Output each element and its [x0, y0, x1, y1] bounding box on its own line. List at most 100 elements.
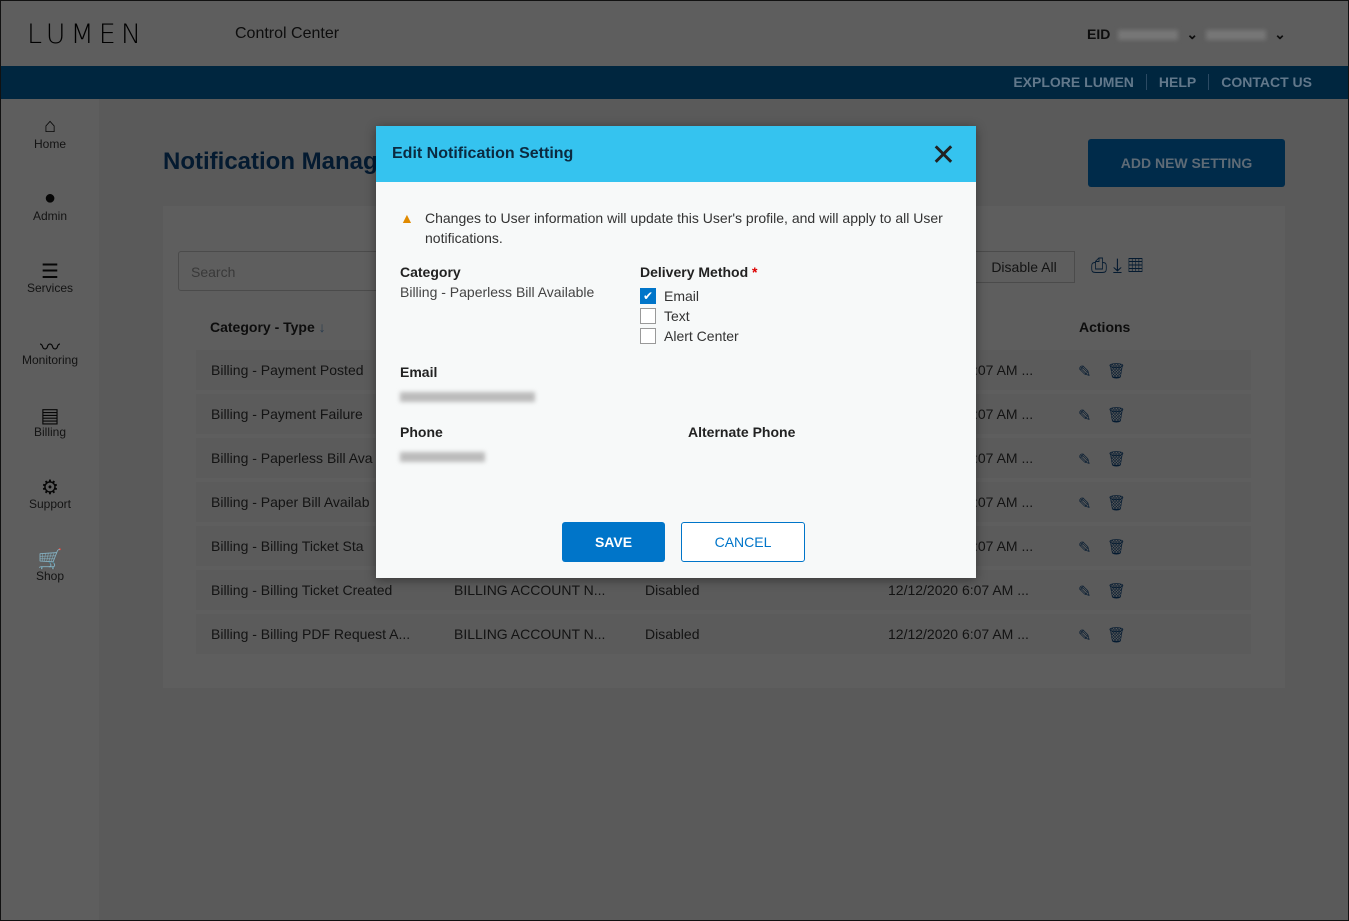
checkbox-label: Alert Center	[664, 328, 739, 344]
cell-category: Billing - Billing PDF Request A...	[211, 626, 411, 642]
print-icon[interactable]: ⎙	[1091, 255, 1113, 277]
link-explore-lumen[interactable]: EXPLORE LUMEN	[1001, 74, 1146, 90]
sidebar-item-shop[interactable]: 🛒 Shop	[1, 531, 99, 603]
chevron-down-icon: ⌄	[1186, 26, 1199, 42]
cell-date: :07 AM ...	[974, 406, 1034, 422]
close-icon[interactable]: ✕	[931, 138, 956, 173]
trash-icon[interactable]: 🗑	[1107, 362, 1126, 380]
sidebar-item-home[interactable]: ⌂ Home	[1, 99, 99, 171]
sidebar: ⌂ Home ● Admin ☰ Services 〰 Monitoring ▤ Bill…	[1, 99, 99, 920]
column-header-category-type[interactable]: Category - Type ↓	[210, 319, 326, 335]
required-mark: *	[752, 264, 758, 280]
phone-value-blurred	[400, 452, 485, 462]
cell-date: :07 AM ...	[974, 538, 1034, 554]
modal-title: Edit Notification Setting	[392, 145, 574, 162]
checkbox-email[interactable]: ✔ Email	[640, 288, 699, 304]
pulse-icon: 〰	[40, 337, 60, 359]
app-title: Control Center	[235, 25, 340, 42]
eid-selector[interactable]: EID ⌄ ⌄	[1087, 26, 1286, 43]
checkbox-text[interactable]: Text	[640, 308, 690, 324]
save-button[interactable]: SAVE	[562, 522, 665, 562]
sidebar-item-admin[interactable]: ● Admin	[1, 171, 99, 243]
sort-down-icon: ↓	[318, 319, 326, 335]
delivery-method-label: Delivery Method *	[640, 264, 757, 280]
modal-header: Edit Notification Setting ✕	[376, 126, 976, 182]
checkbox-label: Text	[664, 308, 690, 324]
cart-icon: 🛒	[37, 549, 63, 571]
edit-pencil-icon[interactable]: ✎	[1078, 450, 1091, 470]
cell-date: :07 AM ...	[974, 450, 1034, 466]
phone-label: Phone	[400, 424, 443, 440]
cell-date: :07 AM ...	[974, 494, 1034, 510]
search-input[interactable]: Search	[178, 251, 388, 291]
trash-icon[interactable]: 🗑	[1107, 582, 1126, 600]
sidebar-item-label: Shop	[35, 569, 65, 583]
alternate-phone-label: Alternate Phone	[688, 424, 796, 440]
link-help[interactable]: HELP	[1145, 74, 1208, 90]
edit-pencil-icon[interactable]: ✎	[1078, 538, 1091, 558]
header-label: Category - Type	[210, 319, 315, 335]
home-icon: ⌂	[43, 115, 57, 137]
sidebar-item-monitoring[interactable]: 〰 Monitoring	[1, 315, 99, 387]
top-links: EXPLORE LUMEN HELP CONTACT US	[1001, 74, 1324, 90]
sidebar-item-label: Monitoring	[21, 353, 79, 367]
cell-category: Billing - Payment Failure	[211, 406, 363, 422]
add-new-setting-button[interactable]: ADD NEW SETTING	[1088, 139, 1285, 187]
cell-category: Billing - Payment Posted	[211, 362, 364, 378]
checkbox-unchecked-icon[interactable]	[640, 308, 656, 324]
disable-all-button[interactable]: Disable All	[973, 251, 1075, 283]
link-contact-us[interactable]: CONTACT US	[1208, 74, 1324, 90]
download-icon[interactable]: ⤓	[1113, 255, 1128, 277]
edit-notification-modal: Edit Notification Setting ✕ ▲ Changes to U…	[376, 126, 976, 578]
sidebar-item-billing[interactable]: ▤ Billing	[1, 387, 99, 459]
checkbox-unchecked-icon[interactable]	[640, 328, 656, 344]
user-name-blurred[interactable]	[1206, 30, 1267, 41]
sidebar-item-support[interactable]: ⚙ Support	[1, 459, 99, 531]
sidebar-item-services[interactable]: ☰ Services	[1, 243, 99, 315]
table-tools: ⎙⤓▦	[1091, 255, 1149, 278]
cell-category: Billing - Billing Ticket Created	[211, 582, 393, 598]
cell-date: :07 AM ...	[974, 362, 1034, 378]
cell-type: BILLING ACCOUNT N...	[454, 582, 606, 598]
cell-date: 12/12/2020 6:07 AM ...	[888, 582, 1029, 598]
column-header-actions: Actions	[1079, 319, 1131, 335]
trash-icon[interactable]: 🗑	[1107, 494, 1126, 512]
delivery-label-text: Delivery Method	[640, 264, 749, 280]
cell-category: Billing - Paper Bill Availab	[211, 494, 370, 510]
trash-icon[interactable]: 🗑	[1107, 626, 1126, 644]
trash-icon[interactable]: 🗑	[1107, 450, 1126, 468]
sidebar-item-label: Support	[28, 497, 72, 511]
trash-icon[interactable]: 🗑	[1107, 538, 1126, 556]
checkbox-checked-icon[interactable]: ✔	[640, 288, 656, 304]
edit-pencil-icon[interactable]: ✎	[1078, 582, 1091, 602]
chevron-down-icon: ⌄	[1274, 26, 1286, 42]
eid-label: EID	[1087, 26, 1111, 42]
edit-pencil-icon[interactable]: ✎	[1078, 362, 1091, 382]
cancel-button[interactable]: CANCEL	[681, 522, 805, 562]
category-label: Category	[400, 264, 461, 280]
sidebar-item-label: Home	[33, 137, 66, 151]
sidebar-item-label: Billing	[33, 425, 66, 439]
cell-date: 12/12/2020 6:07 AM ...	[888, 626, 1029, 642]
checkbox-alert-center[interactable]: Alert Center	[640, 328, 739, 344]
invoice-icon: ▤	[40, 405, 60, 427]
cell-category: Billing - Paperless Bill Ava	[211, 450, 373, 466]
sidebar-item-label: Services	[26, 281, 73, 295]
edit-pencil-icon[interactable]: ✎	[1078, 626, 1091, 646]
top-header: LUMEN Control Center EID ⌄ ⌄	[1, 1, 1348, 66]
table-settings-icon[interactable]: ▦	[1128, 255, 1149, 277]
cell-type: BILLING ACCOUNT N...	[454, 626, 606, 642]
user-icon: ●	[43, 187, 57, 209]
list-icon: ☰	[41, 261, 59, 283]
page-title: Notification Manag	[163, 148, 378, 175]
email-value-blurred	[400, 392, 535, 402]
sidebar-item-label: Admin	[32, 209, 67, 223]
cell-category: Billing - Billing Ticket Sta	[211, 538, 364, 554]
lumen-logo[interactable]: LUMEN	[27, 19, 146, 50]
trash-icon[interactable]: 🗑	[1107, 406, 1126, 424]
edit-pencil-icon[interactable]: ✎	[1078, 494, 1091, 514]
support-icon: ⚙	[41, 477, 59, 499]
warning-icon: ▲	[400, 210, 414, 226]
warning-text: Changes to User information will update …	[425, 210, 943, 246]
edit-pencil-icon[interactable]: ✎	[1078, 406, 1091, 426]
